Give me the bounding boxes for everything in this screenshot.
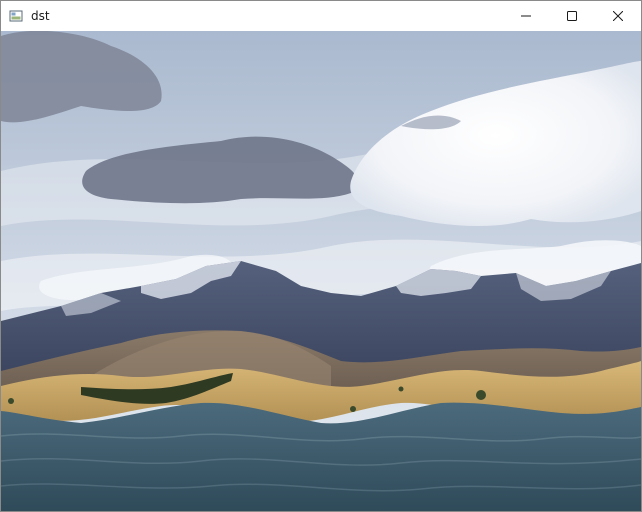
close-button[interactable] [595, 1, 641, 31]
landscape-image [1, 31, 641, 511]
maximize-icon [567, 11, 577, 21]
image-canvas [1, 31, 641, 511]
maximize-button[interactable] [549, 1, 595, 31]
app-window: dst [0, 0, 642, 512]
window-title: dst [31, 9, 50, 23]
window-controls [503, 1, 641, 31]
close-icon [613, 11, 623, 21]
app-icon [9, 9, 23, 23]
title-bar[interactable]: dst [1, 1, 641, 31]
minimize-button[interactable] [503, 1, 549, 31]
minimize-icon [521, 15, 531, 17]
